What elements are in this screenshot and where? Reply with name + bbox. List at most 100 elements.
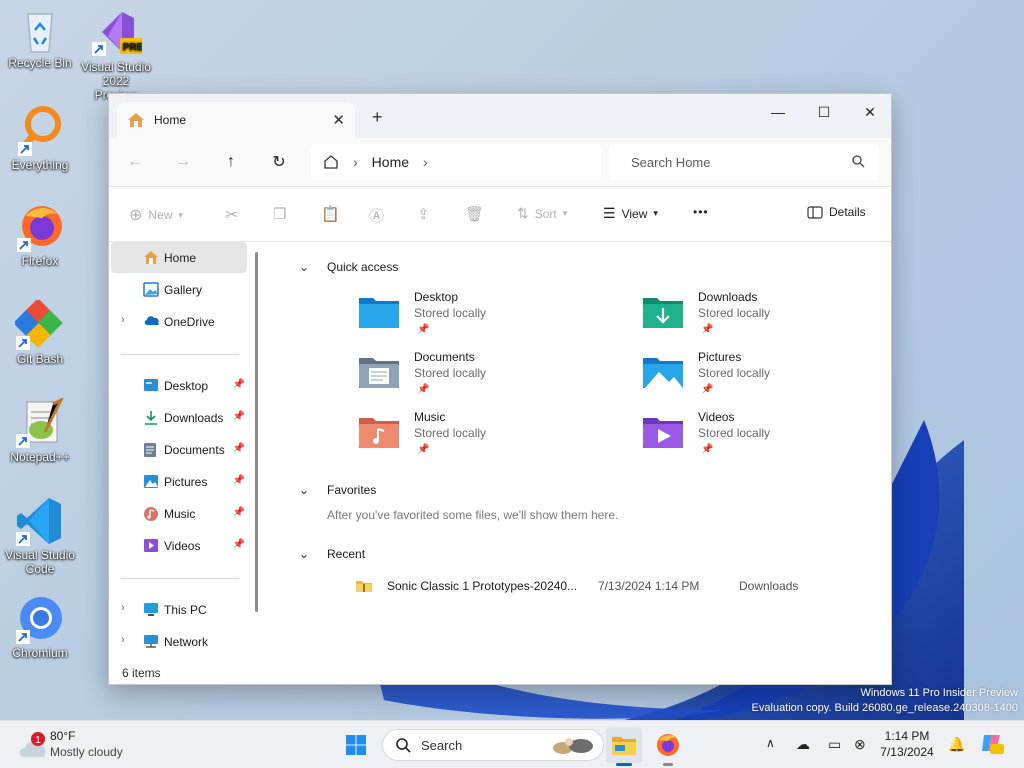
taskbar-file-explorer[interactable]: [606, 727, 642, 766]
copy-button[interactable]: ❐: [273, 205, 286, 223]
copilot-button[interactable]: [980, 731, 1004, 758]
nav-item-music[interactable]: Music 📌: [111, 498, 247, 529]
document-icon: [144, 443, 156, 457]
desktop-icon-firefox[interactable]: Firefox: [4, 202, 76, 268]
nav-item-gallery[interactable]: Gallery: [111, 274, 247, 305]
nav-label: Downloads: [164, 410, 224, 425]
taskbar-firefox[interactable]: [650, 727, 686, 766]
details-button[interactable]: Details: [807, 205, 866, 219]
close-window-button[interactable]: ✕: [847, 99, 893, 125]
forward-button[interactable]: →: [171, 150, 195, 174]
favorites-header[interactable]: ⌄ Favorites: [299, 483, 376, 497]
breadcrumb-chevron-icon[interactable]: ›: [423, 154, 428, 170]
quick-access-item-documents[interactable]: Documents Stored locally 📌: [357, 350, 577, 406]
paste-button[interactable]: 📋: [321, 205, 340, 223]
onedrive-cloud-icon: [144, 316, 160, 325]
expand-chevron-icon[interactable]: ›: [121, 314, 125, 326]
nav-item-onedrive[interactable]: › OneDrive: [111, 306, 247, 337]
item-status: Stored locally: [698, 366, 771, 380]
nav-item-pictures[interactable]: Pictures 📌: [111, 466, 247, 497]
quick-access-header[interactable]: ⌄ Quick access: [299, 260, 398, 274]
cloud-offline-icon[interactable]: ☁: [796, 736, 810, 753]
refresh-button[interactable]: ↻: [267, 150, 291, 174]
share-button[interactable]: ⇪: [417, 205, 430, 223]
details-label: Details: [829, 205, 866, 219]
pin-icon: 📌: [232, 539, 245, 550]
desktop-icon-notepadpp[interactable]: Notepad++: [4, 398, 76, 464]
nav-item-this-pc[interactable]: › This PC: [111, 594, 247, 625]
desktop-icon-everything[interactable]: Everything: [4, 104, 76, 172]
taskbar-search[interactable]: Search: [382, 729, 604, 761]
display-icon[interactable]: ▭: [828, 736, 841, 753]
rename-button[interactable]: Ⓐ: [369, 205, 384, 226]
home-outline-icon: [324, 155, 338, 169]
desktop-icon-visual-studio[interactable]: PRE Visual Studio 2022 Preview: [80, 6, 152, 102]
expand-chevron-icon[interactable]: ›: [121, 602, 125, 614]
notification-bell-icon[interactable]: 🔔: [948, 736, 965, 753]
nav-item-desktop[interactable]: Desktop 📌: [111, 370, 247, 401]
view-button[interactable]: ☰ View ▾: [603, 205, 658, 222]
desktop-icon-label: Everything: [11, 158, 69, 172]
up-button[interactable]: ↑: [219, 150, 243, 174]
quick-access-item-videos[interactable]: Videos Stored locally 📌: [641, 410, 861, 466]
weather-widget[interactable]: 1 80°F Mostly cloudy: [14, 727, 144, 763]
recent-file-row[interactable]: Sonic Classic 1 Prototypes-20240... 7/13…: [355, 574, 811, 598]
pin-icon: 📌: [232, 507, 245, 518]
network-status-icon[interactable]: ⊗: [854, 736, 866, 753]
pin-icon: 📌: [417, 384, 430, 395]
vscode-icon: [16, 498, 61, 546]
item-name: Pictures: [698, 350, 742, 364]
nav-item-documents[interactable]: Documents 📌: [111, 434, 247, 465]
close-tab-icon[interactable]: ✕: [332, 111, 345, 129]
recent-file-name: Sonic Classic 1 Prototypes-20240...: [387, 579, 578, 593]
nav-label: Videos: [164, 538, 201, 553]
recent-header[interactable]: ⌄ Recent: [299, 547, 365, 561]
back-arrow-icon: ←: [127, 153, 143, 170]
minimize-button[interactable]: —: [755, 99, 801, 125]
search-highlight-icon: [553, 738, 593, 754]
git-bash-icon: [15, 300, 63, 350]
quick-access-item-music[interactable]: Music Stored locally 📌: [357, 410, 577, 466]
tab-home[interactable]: Home ✕: [117, 102, 355, 138]
tab-title: Home: [154, 113, 187, 127]
nav-item-downloads[interactable]: Downloads 📌: [111, 402, 247, 433]
desktop-icon-vscode[interactable]: Visual Studio Code: [4, 496, 76, 576]
section-title: Quick access: [327, 260, 399, 274]
downloads-folder-icon: [643, 298, 683, 328]
clock-time: 1:14 PM: [884, 729, 930, 743]
cut-button[interactable]: ✂: [225, 205, 238, 225]
clock[interactable]: 1:14 PM 7/13/2024: [872, 728, 942, 760]
copilot-icon: [982, 735, 1004, 754]
quick-access-item-desktop[interactable]: Desktop Stored locally 📌: [357, 290, 577, 346]
quick-access-item-downloads[interactable]: Downloads Stored locally 📌: [641, 290, 861, 346]
more-options-button[interactable]: •••: [693, 205, 709, 219]
expand-chevron-icon[interactable]: ›: [121, 634, 125, 646]
taskbar: 1 80°F Mostly cloudy Search ∧ ☁ ▭ ⊗ 1:14…: [0, 720, 1024, 768]
nav-item-videos[interactable]: Videos 📌: [111, 530, 247, 561]
share-icon: ⇪: [417, 206, 430, 223]
back-button[interactable]: ←: [123, 150, 147, 174]
videos-folder-icon: [643, 418, 683, 448]
desktop-icon-recycle-bin[interactable]: Recycle Bin: [4, 8, 76, 70]
section-title: Favorites: [327, 483, 377, 497]
nav-scrollbar[interactable]: [255, 252, 258, 612]
desktop-icon-git-bash[interactable]: Git Bash: [4, 300, 76, 366]
search-box[interactable]: Search Home: [609, 144, 879, 180]
weather-description: Mostly cloudy: [50, 745, 123, 759]
show-hidden-icons-chevron-icon[interactable]: ∧: [766, 736, 775, 750]
nav-item-network[interactable]: › Network: [111, 626, 247, 657]
new-tab-button[interactable]: +: [372, 107, 383, 128]
maximize-button[interactable]: ☐: [801, 99, 847, 125]
delete-button[interactable]: 🗑: [465, 205, 484, 223]
home-icon: [128, 113, 144, 127]
breadcrumb-current[interactable]: Home: [372, 154, 409, 170]
sort-button[interactable]: ⇅ Sort ▾: [517, 205, 567, 222]
nav-item-home[interactable]: Home: [111, 242, 247, 273]
new-button[interactable]: ⊕ New ▾: [129, 205, 183, 225]
breadcrumb[interactable]: › Home ›: [311, 144, 601, 180]
desktop-icon-chromium[interactable]: Chromium: [4, 594, 76, 660]
active-indicator: [616, 763, 632, 766]
title-bar: Home ✕ + — ☐ ✕: [109, 94, 891, 138]
start-button[interactable]: [338, 727, 374, 763]
quick-access-item-pictures[interactable]: Pictures Stored locally 📌: [641, 350, 861, 406]
